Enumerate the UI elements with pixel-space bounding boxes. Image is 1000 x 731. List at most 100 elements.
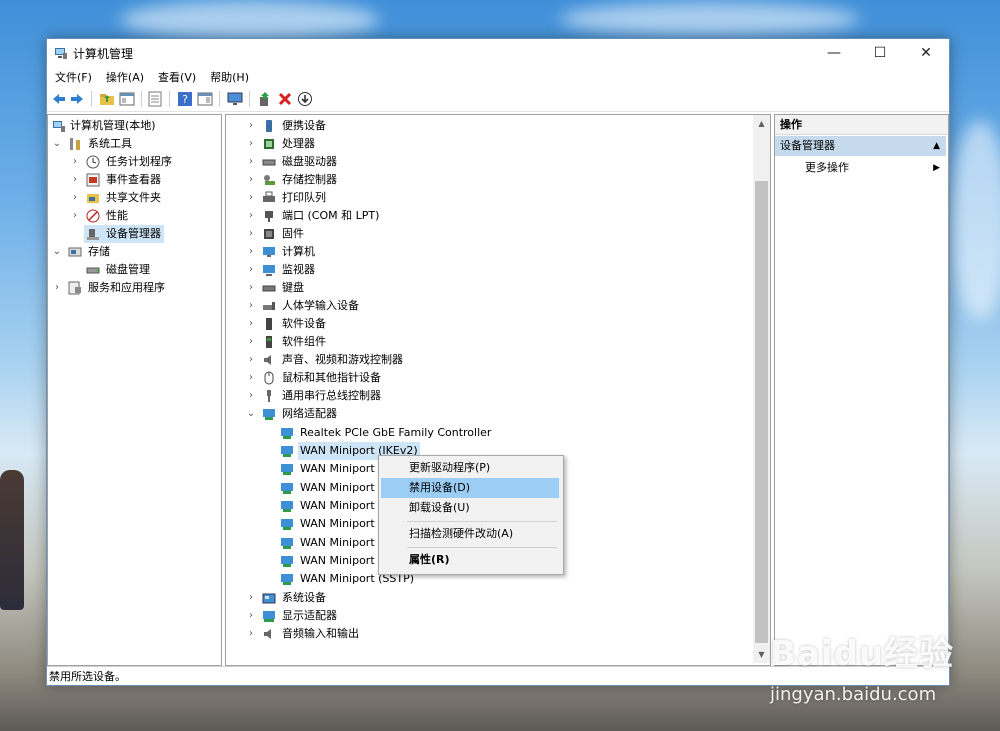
device-category-keyboards[interactable]: › 键盘 <box>226 279 753 297</box>
device-category-network-adapters[interactable]: ⌄ 网络适配器 <box>226 405 753 423</box>
chevron-right-icon[interactable]: › <box>246 625 256 643</box>
tree-item-label: 事件查看器 <box>106 173 161 186</box>
tree-item-storage[interactable]: ⌄ 存储 <box>48 243 221 261</box>
console-tree-icon[interactable] <box>119 91 135 107</box>
device-label: 键盘 <box>282 281 304 294</box>
printer-icon <box>263 191 275 202</box>
device-category-storage-controllers[interactable]: › 存储控制器 <box>226 171 753 189</box>
device-category-software-devices[interactable]: › 软件设备 <box>226 315 753 333</box>
device-category-mice[interactable]: › 鼠标和其他指针设备 <box>226 369 753 387</box>
chevron-right-icon[interactable]: › <box>246 135 256 153</box>
device-category-software-components[interactable]: › 软件组件 <box>226 333 753 351</box>
tree-item-event-viewer[interactable]: › 事件查看器 <box>48 171 221 189</box>
chevron-right-icon[interactable]: › <box>246 297 256 315</box>
chevron-right-icon[interactable]: › <box>246 387 256 405</box>
device-category-audio-io[interactable]: › 音频输入和输出 <box>226 625 753 643</box>
chevron-down-icon[interactable]: ⌄ <box>52 243 62 261</box>
menu-item-update-driver[interactable]: 更新驱动程序(P) <box>381 458 559 478</box>
back-arrow-icon[interactable] <box>51 91 67 107</box>
chevron-down-icon[interactable]: ⌄ <box>246 405 256 423</box>
up-folder-icon[interactable] <box>99 91 115 107</box>
chevron-right-icon[interactable]: › <box>246 153 256 171</box>
chevron-right-icon[interactable]: › <box>70 153 80 171</box>
menu-help[interactable]: 帮助(H) <box>204 67 255 87</box>
disable-device-icon[interactable] <box>297 91 313 107</box>
device-label: Realtek PCIe GbE Family Controller <box>300 426 492 439</box>
chevron-right-icon[interactable]: › <box>246 243 256 261</box>
chevron-right-icon[interactable]: › <box>246 589 256 607</box>
device-category-display-adapters[interactable]: › 显示适配器 <box>226 607 753 625</box>
menu-item-scan-hardware[interactable]: 扫描检测硬件改动(A) <box>381 524 559 544</box>
chevron-right-icon[interactable]: › <box>52 279 62 297</box>
chevron-right-icon[interactable]: › <box>246 315 256 333</box>
close-button[interactable]: ✕ <box>903 39 949 67</box>
chevron-right-icon[interactable]: › <box>246 207 256 225</box>
chevron-right-icon[interactable]: › <box>246 117 256 135</box>
tree-item-label: 系统工具 <box>88 137 132 150</box>
forward-arrow-icon[interactable] <box>69 91 85 107</box>
more-actions-item[interactable]: 更多操作 ▶ <box>775 158 946 178</box>
device-category-portable[interactable]: › 便携设备 <box>226 117 753 135</box>
device-category-ports[interactable]: › 端口 (COM 和 LPT) <box>226 207 753 225</box>
monitor-icon[interactable] <box>227 91 243 107</box>
chevron-right-icon[interactable]: › <box>246 351 256 369</box>
actions-section-device-manager[interactable]: 设备管理器 ▲ <box>775 136 946 156</box>
network-adapter-icon <box>281 501 293 512</box>
update-driver-icon[interactable] <box>257 91 273 107</box>
chevron-right-icon[interactable]: › <box>246 279 256 297</box>
device-category-system-devices[interactable]: › 系统设备 <box>226 589 753 607</box>
tree-item-system-tools[interactable]: ⌄ 系统工具 <box>48 135 221 153</box>
minimize-button[interactable]: — <box>811 39 857 67</box>
chevron-down-icon[interactable]: ⌄ <box>52 135 62 153</box>
device-category-computer[interactable]: › 计算机 <box>226 243 753 261</box>
chevron-right-icon[interactable]: › <box>246 607 256 625</box>
tree-item-task-scheduler[interactable]: › 任务计划程序 <box>48 153 221 171</box>
tree-item-label: 存储 <box>88 245 110 258</box>
network-device-realtek[interactable]: Realtek PCIe GbE Family Controller <box>226 424 753 442</box>
device-label: 端口 (COM 和 LPT) <box>282 209 380 222</box>
chevron-right-icon[interactable]: › <box>70 189 80 207</box>
chevron-right-icon[interactable]: › <box>246 225 256 243</box>
vertical-scrollbar[interactable]: ▲ ▼ <box>753 115 770 663</box>
device-category-usb[interactable]: › 通用串行总线控制器 <box>226 387 753 405</box>
device-category-monitors[interactable]: › 监视器 <box>226 261 753 279</box>
properties-sheet-icon[interactable] <box>147 91 163 107</box>
background-cloud <box>950 120 1000 320</box>
tree-item-shared-folders[interactable]: › 共享文件夹 <box>48 189 221 207</box>
collapse-up-icon[interactable]: ▲ <box>933 136 940 156</box>
menu-item-uninstall-device[interactable]: 卸载设备(U) <box>381 498 559 518</box>
device-category-hid[interactable]: › 人体学输入设备 <box>226 297 753 315</box>
device-category-print-queues[interactable]: › 打印队列 <box>226 189 753 207</box>
chevron-right-icon[interactable]: › <box>246 333 256 351</box>
menu-view[interactable]: 查看(V) <box>152 67 202 87</box>
monitor-icon <box>263 265 275 276</box>
scroll-up-arrow-icon[interactable]: ▲ <box>753 115 770 132</box>
tree-item-disk-management[interactable]: 磁盘管理 <box>48 261 221 279</box>
show-action-pane-icon[interactable] <box>197 91 213 107</box>
help-icon[interactable]: ? <box>177 91 193 107</box>
chevron-right-icon[interactable]: › <box>70 171 80 189</box>
uninstall-x-icon[interactable] <box>277 91 293 107</box>
chevron-right-icon[interactable]: › <box>246 261 256 279</box>
tree-item-device-manager[interactable]: 设备管理器 <box>84 225 164 243</box>
device-category-processor[interactable]: › 处理器 <box>226 135 753 153</box>
device-category-firmware[interactable]: › 固件 <box>226 225 753 243</box>
device-category-disk-drives[interactable]: › 磁盘驱动器 <box>226 153 753 171</box>
usb-icon <box>267 390 271 402</box>
menu-item-properties[interactable]: 属性(R) <box>381 550 559 570</box>
chevron-right-icon[interactable]: › <box>246 171 256 189</box>
tree-item-services-apps[interactable]: › 服务和应用程序 <box>48 279 221 297</box>
scrollbar-thumb[interactable] <box>755 181 768 643</box>
menu-action[interactable]: 操作(A) <box>100 67 150 87</box>
chevron-right-icon[interactable]: › <box>70 207 80 225</box>
tree-item-computer-management[interactable]: 计算机管理(本地) <box>48 117 221 135</box>
chevron-right-icon[interactable]: › <box>246 369 256 387</box>
chevron-right-icon[interactable]: › <box>246 189 256 207</box>
menu-file[interactable]: 文件(F) <box>49 67 98 87</box>
tree-item-performance[interactable]: › 性能 <box>48 207 221 225</box>
device-category-sound[interactable]: › 声音、视频和游戏控制器 <box>226 351 753 369</box>
watermark-brand: Baidu经验 <box>770 634 955 674</box>
maximize-button[interactable]: ☐ <box>857 39 903 67</box>
menu-item-disable-device[interactable]: 禁用设备(D) <box>381 478 559 498</box>
scroll-down-arrow-icon[interactable]: ▼ <box>753 646 770 663</box>
